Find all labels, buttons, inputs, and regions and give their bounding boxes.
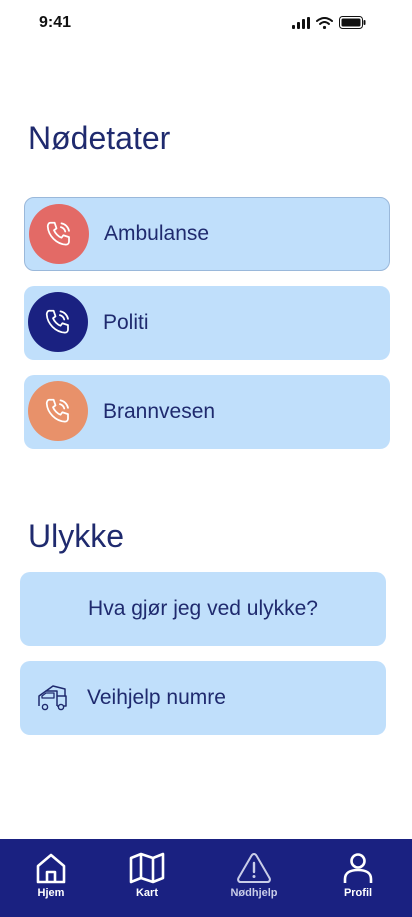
service-card-police[interactable]: Politi: [24, 286, 390, 360]
nav-map[interactable]: Kart: [107, 839, 187, 917]
service-label-police: Politi: [103, 311, 149, 334]
nav-home[interactable]: Hjem: [11, 839, 91, 917]
nav-profile-label: Profil: [343, 887, 373, 899]
tow-truck-icon: [38, 685, 67, 711]
alert-icon: [237, 853, 271, 883]
nav-profile[interactable]: Profil: [318, 839, 398, 917]
nav-emergency-label: Nødhjelp: [230, 887, 278, 899]
service-label-fire: Brannvesen: [103, 400, 216, 423]
status-icons: [292, 16, 366, 29]
accident-section-title: Ulykke: [28, 518, 125, 554]
nav-emergency[interactable]: Nødhjelp: [214, 839, 294, 917]
roadside-numbers-label: Veihjelp numre: [87, 686, 226, 709]
nav-map-label: Kart: [135, 887, 158, 899]
phone-icon: [46, 221, 70, 246]
home-icon: [36, 853, 66, 884]
accident-guide-label: Hva gjør jeg ved ulykke?: [88, 597, 318, 620]
wifi-icon: [316, 16, 333, 29]
emergency-section-title: Nødetater: [28, 120, 171, 156]
accident-guide-button[interactable]: Hva gjør jeg ved ulykke?: [20, 572, 386, 646]
signal-icon: [292, 16, 310, 29]
status-bar: 9:41: [0, 0, 412, 48]
battery-icon: [339, 16, 366, 29]
service-label-ambulance: Ambulanse: [104, 222, 210, 245]
roadside-numbers-button[interactable]: Veihjelp numre: [20, 661, 386, 735]
bottom-nav: Hjem Kart Nødhjelp Profil: [0, 839, 412, 917]
user-icon: [343, 853, 373, 883]
service-card-fire[interactable]: Brannvesen: [24, 375, 390, 449]
nav-home-label: Hjem: [37, 887, 65, 899]
service-card-ambulance[interactable]: Ambulanse: [24, 197, 390, 271]
status-time: 9:41: [39, 14, 72, 31]
police-call-badge: [28, 292, 88, 352]
phone-icon: [45, 398, 69, 423]
fire-call-badge: [28, 381, 88, 441]
map-icon: [129, 852, 165, 884]
ambulance-call-badge: [29, 204, 89, 264]
phone-icon: [45, 309, 69, 334]
